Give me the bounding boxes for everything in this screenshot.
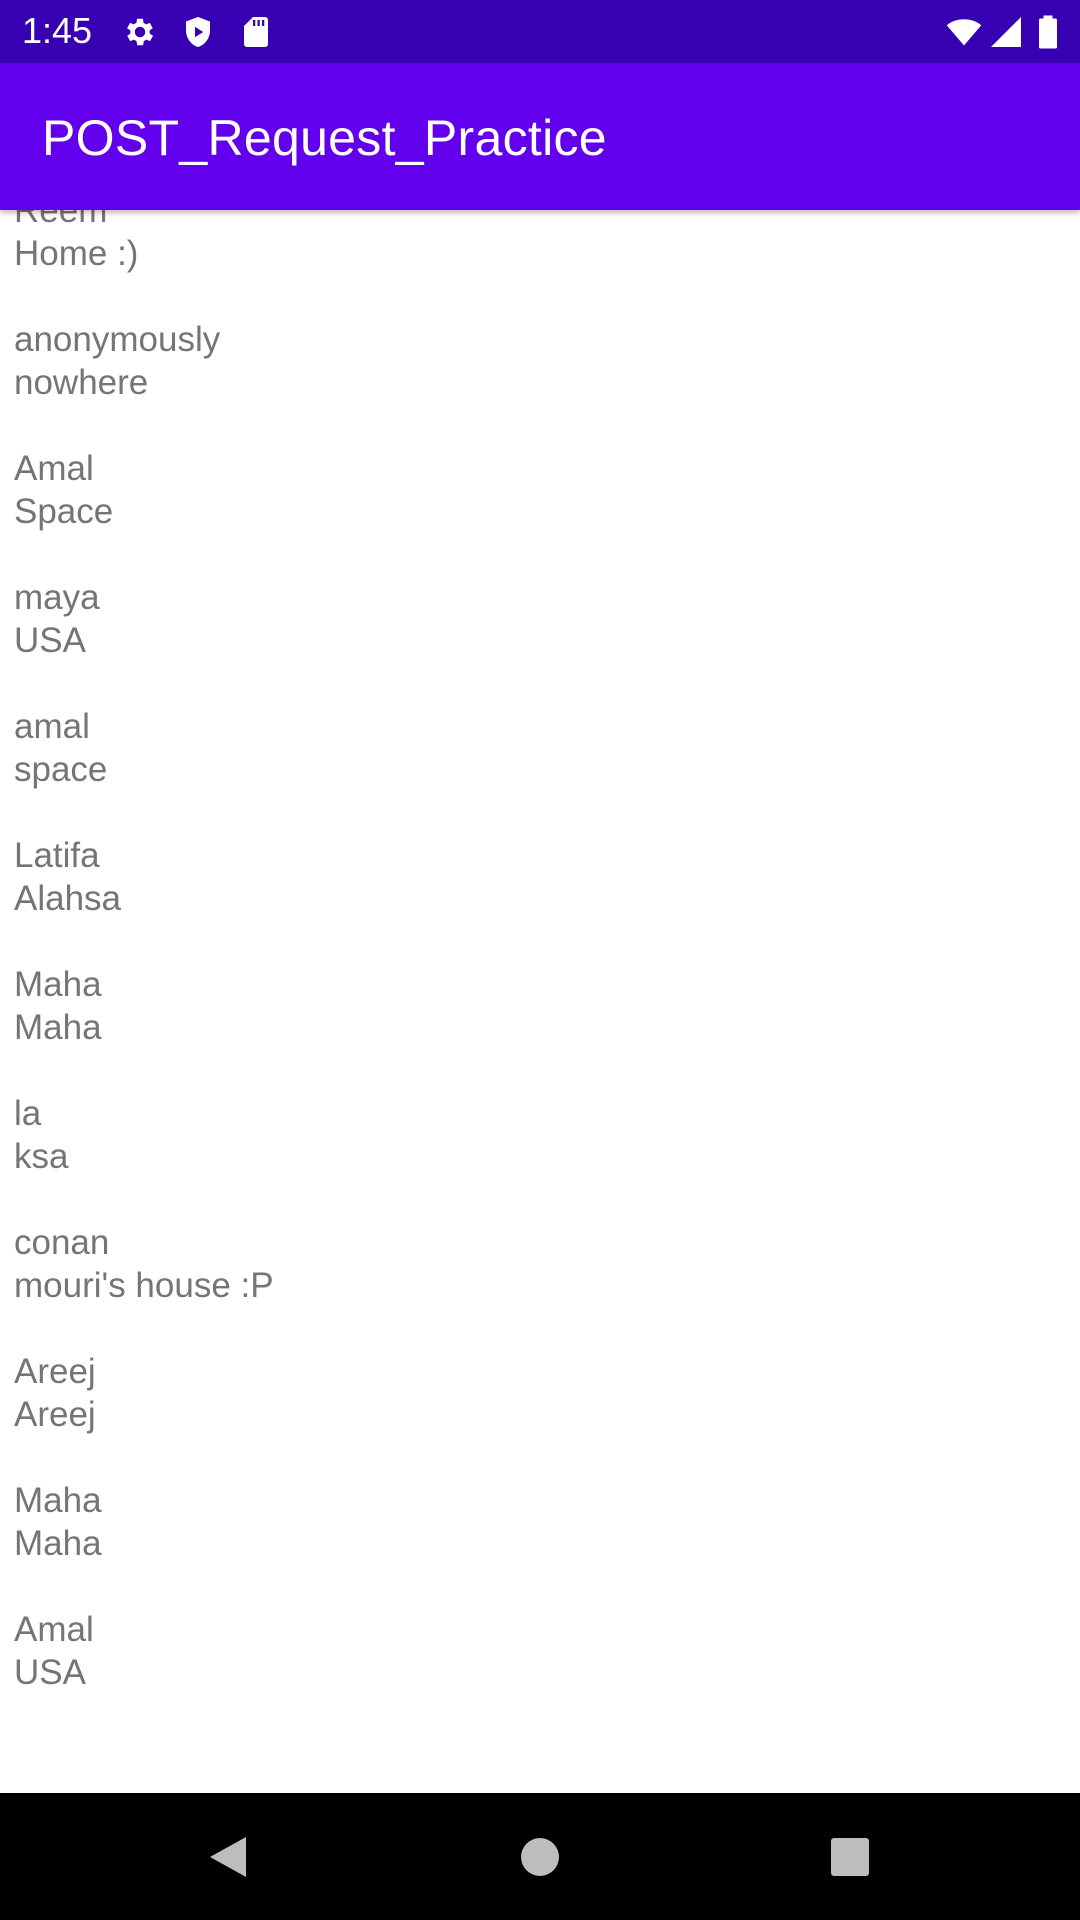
app-title: POST_Request_Practice (42, 110, 607, 166)
item-name: Areej (14, 1352, 96, 1391)
item-name: Reem (14, 210, 108, 230)
back-icon (210, 1837, 246, 1877)
item-location: USA (14, 621, 86, 660)
item-location: USA (14, 1653, 86, 1692)
item-name: la (14, 1094, 42, 1133)
status-time: 1:45 (22, 10, 93, 51)
list-item: anonymously nowhere (14, 318, 1064, 447)
recents-icon (831, 1838, 869, 1876)
navigation-bar (0, 1793, 1080, 1920)
list-item: Reem Home :) (14, 210, 1064, 318)
item-name: Maha (14, 1481, 102, 1520)
item-name: Amal (14, 449, 94, 488)
post-list-container[interactable]: Reem Home :) anonymously nowhere Amal Space ma… (0, 210, 1080, 1793)
item-location: ksa (14, 1137, 69, 1176)
list-item: Amal Space (14, 447, 1064, 576)
item-location: Alahsa (14, 879, 122, 918)
list-item: maya USA (14, 576, 1064, 705)
item-location: Areej (14, 1395, 96, 1434)
item-location: mouri's house :P (14, 1266, 274, 1305)
item-name: conan (14, 1223, 110, 1262)
item-name: Amal (14, 1610, 94, 1649)
status-bar: 1:45 (0, 0, 1080, 63)
item-location: Space (14, 492, 114, 531)
item-name: Latifa (14, 836, 100, 875)
item-location: nowhere (14, 363, 149, 402)
list-item: Areej Areej (14, 1350, 1064, 1479)
list-item: amal space (14, 705, 1064, 834)
list-item: la ksa (14, 1092, 1064, 1221)
signal-icon (988, 14, 1024, 50)
sd-card-icon (238, 14, 274, 50)
shield-play-icon (180, 14, 216, 50)
item-name: amal (14, 707, 90, 746)
wifi-icon (944, 14, 984, 50)
item-location: Maha (14, 1008, 102, 1047)
back-button[interactable] (191, 1821, 263, 1893)
item-name: anonymously (14, 320, 221, 359)
list-item: Latifa Alahsa (14, 834, 1064, 963)
battery-icon (1036, 14, 1060, 50)
post-list[interactable]: Reem Home :) anonymously nowhere Amal Space ma… (14, 210, 1064, 1737)
list-item: Amal USA (14, 1608, 1064, 1737)
list-item: conan mouri's house :P (14, 1221, 1064, 1350)
list-item: Maha Maha (14, 963, 1064, 1092)
item-name: Maha (14, 965, 102, 1004)
item-location: space (14, 750, 108, 789)
app-bar: POST_Request_Practice (0, 63, 1080, 210)
item-location: Maha (14, 1524, 102, 1563)
item-name: maya (14, 578, 100, 617)
home-button[interactable] (504, 1821, 576, 1893)
gear-icon (122, 14, 158, 50)
screen: 1:45 POST_Request_Practice Reem Home :) an… (0, 0, 1080, 1920)
home-icon (521, 1838, 559, 1876)
recents-button[interactable] (814, 1821, 886, 1893)
list-item: Maha Maha (14, 1479, 1064, 1608)
item-location: Home :) (14, 234, 139, 273)
